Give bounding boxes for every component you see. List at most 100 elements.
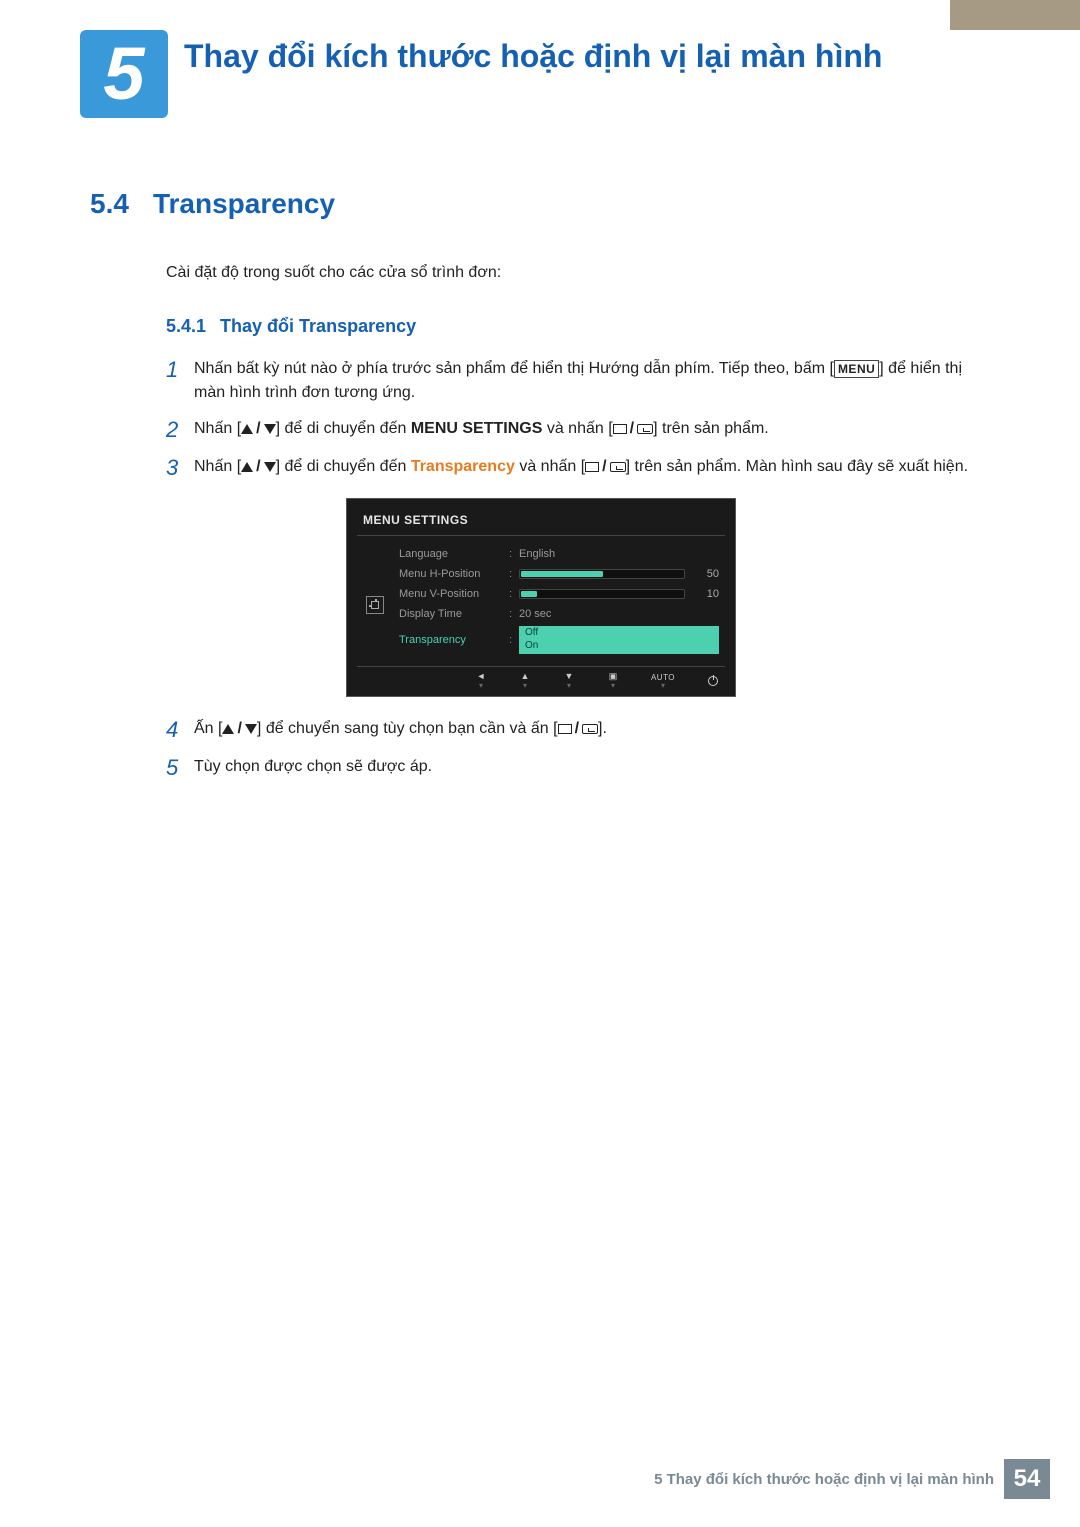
text: ] trên sản phẩm. Màn hình sau đây sẽ xuấ… [626, 458, 968, 475]
osd-nav-left: ◄▾ [469, 672, 493, 690]
footer-text: 5 Thay đổi kích thước hoặc định vị lại m… [654, 1471, 994, 1488]
chapter-number-badge: 5 [80, 30, 168, 118]
osd-option-off: Off [525, 627, 713, 639]
colon: : [509, 608, 519, 620]
osd-row-transparency: Transparency : Off On [393, 624, 725, 656]
triangle-down-icon [264, 462, 276, 472]
osd-panel: MENU SETTINGS Language : English Menu H-… [346, 498, 736, 697]
source-icon [558, 724, 572, 734]
text: Nhấn bất kỳ nút nào ở phía trước sản phẩ… [194, 360, 834, 377]
header-accent-bar [950, 0, 1080, 30]
osd-rows: Language : English Menu H-Position : 50 [393, 544, 725, 656]
text: Nhấn [ [194, 458, 241, 475]
source-icon [613, 424, 627, 434]
osd-value: 20 sec [519, 608, 719, 620]
osd-label: Menu V-Position [399, 588, 509, 600]
step-5: 5 Tùy chọn được chọn sẽ được áp. [166, 755, 990, 781]
subsection-heading: 5.4.1Thay đổi Transparency [166, 316, 990, 337]
section-heading: 5.4 Transparency [90, 188, 990, 220]
triangle-down-icon [245, 724, 257, 734]
slash: / [572, 717, 582, 741]
osd-label: Display Time [399, 608, 509, 620]
page-content: 5.4 Transparency Cài đặt độ trong suốt ch… [0, 118, 1080, 782]
colon: : [509, 588, 519, 600]
section-intro: Cài đặt độ trong suốt cho các cửa sổ trì… [166, 264, 990, 282]
triangle-up-icon [241, 424, 253, 434]
section-number: 5.4 [90, 188, 129, 220]
step-3: 3 Nhấn [ / ] để di chuyển đến Transparency… [166, 455, 990, 481]
osd-power-button [701, 676, 725, 686]
step-body: Nhấn bất kỳ nút nào ở phía trước sản phẩ… [194, 357, 990, 405]
osd-category-icon-column [357, 544, 393, 656]
osd-slider [519, 589, 685, 599]
step-number: 5 [166, 755, 194, 781]
keyword-transparency: Transparency [411, 458, 515, 475]
colon: : [509, 548, 519, 560]
step-number: 4 [166, 717, 194, 743]
text: Ấn [ [194, 720, 222, 737]
osd-figure: MENU SETTINGS Language : English Menu H-… [346, 498, 990, 697]
text: ]. [598, 720, 607, 737]
osd-slider-value: 50 [693, 568, 719, 580]
triangle-down-icon [264, 424, 276, 434]
osd-title: MENU SETTINGS [357, 509, 725, 535]
step-1: 1 Nhấn bất kỳ nút nào ở phía trước sản p… [166, 357, 990, 405]
text: Nhấn [ [194, 420, 241, 437]
osd-row-displaytime: Display Time : 20 sec [393, 604, 725, 624]
chapter-header: 5 Thay đổi kích thước hoặc định vị lại m… [0, 0, 1080, 118]
osd-value: 50 [519, 568, 719, 580]
step-body: Tùy chọn được chọn sẽ được áp. [194, 755, 990, 779]
text: ] để di chuyển đến [276, 420, 411, 437]
slash: / [253, 455, 263, 479]
osd-slider-value: 10 [693, 588, 719, 600]
osd-slider-fill [521, 591, 537, 597]
slash: / [234, 717, 244, 741]
triangle-up-icon [222, 724, 234, 734]
osd-value: Off On [519, 626, 719, 654]
osd-label: Language [399, 548, 509, 560]
osd-nav-down: ▼▾ [557, 672, 581, 690]
osd-row-vposition: Menu V-Position : 10 [393, 584, 725, 604]
osd-row-language: Language : English [393, 544, 725, 564]
enter-icon [637, 424, 653, 434]
osd-label: Menu H-Position [399, 568, 509, 580]
menu-settings-icon [366, 596, 384, 614]
step-number: 2 [166, 417, 194, 443]
triangle-up-icon [241, 462, 253, 472]
page-number-badge: 54 [1004, 1459, 1050, 1499]
colon: : [509, 568, 519, 580]
osd-option-box: Off On [519, 626, 719, 654]
slash: / [627, 417, 637, 441]
text: và nhấn [ [515, 458, 585, 475]
osd-value: English [519, 548, 719, 560]
step-body: Nhấn [/] để di chuyển đến MENU SETTINGS … [194, 417, 990, 441]
colon: : [509, 634, 519, 646]
step-body: Ấn [/] để chuyển sang tùy chọn bạn cần v… [194, 717, 990, 741]
slash: / [253, 417, 263, 441]
step-4: 4 Ấn [/] để chuyển sang tùy chọn bạn cần… [166, 717, 990, 743]
keyword-menu-settings: MENU SETTINGS [411, 420, 543, 437]
osd-nav-enter: ▣▾ [601, 672, 625, 690]
step-number: 1 [166, 357, 194, 383]
step-number: 3 [166, 455, 194, 481]
page-footer: 5 Thay đổi kích thước hoặc định vị lại m… [654, 1459, 1050, 1499]
enter-icon [582, 724, 598, 734]
osd-slider-fill [521, 571, 603, 577]
text: ] để di chuyển đến [276, 458, 411, 475]
step-body: Nhấn [ / ] để di chuyển đến Transparency v… [194, 455, 990, 479]
step-2: 2 Nhấn [ / ] để di chuyển đến MENU SETTING… [166, 417, 990, 443]
osd-slider [519, 569, 685, 579]
osd-auto-button: AUTO▾ [645, 673, 681, 690]
subsection-title: Thay đổi Transparency [220, 316, 416, 336]
osd-body: Language : English Menu H-Position : 50 [357, 535, 725, 656]
osd-option-on: On [525, 640, 713, 652]
osd-nav-up: ▲▾ [513, 672, 537, 690]
osd-value: 10 [519, 588, 719, 600]
section-title: Transparency [153, 188, 335, 219]
enter-icon [610, 462, 626, 472]
chapter-title: Thay đổi kích thước hoặc định vị lại màn… [184, 30, 882, 76]
power-icon [708, 676, 718, 686]
menu-button-label: MENU [834, 360, 879, 378]
slash: / [599, 455, 609, 479]
osd-row-hposition: Menu H-Position : 50 [393, 564, 725, 584]
